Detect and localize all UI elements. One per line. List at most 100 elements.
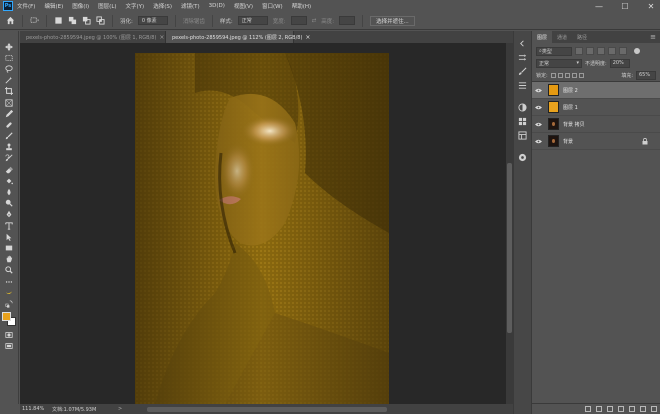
new-selection-icon[interactable]	[54, 16, 63, 25]
hand-tool-icon[interactable]	[3, 254, 15, 265]
pen-tool-icon[interactable]	[3, 209, 15, 220]
tab-paths[interactable]: 路径	[572, 31, 592, 43]
layer-name[interactable]: 图层 1	[563, 104, 578, 111]
filter-pixel-icon[interactable]	[575, 47, 583, 55]
link-layers-icon[interactable]	[585, 406, 591, 412]
menu-edit[interactable]: 编辑(E)	[44, 2, 63, 10]
layer-filter-select[interactable]: ⌕ 类型	[536, 46, 572, 56]
menu-image[interactable]: 图像(I)	[72, 2, 89, 10]
layer-row[interactable]: 背景 拷贝	[532, 116, 660, 133]
close-tab-icon[interactable]: ×	[159, 34, 164, 41]
lock-transparency-icon[interactable]	[550, 72, 556, 78]
visibility-eye-icon[interactable]	[532, 105, 544, 110]
visibility-eye-icon[interactable]	[532, 122, 544, 127]
menu-type[interactable]: 文字(Y)	[126, 2, 145, 10]
menu-select[interactable]: 选择(S)	[153, 2, 172, 10]
marquee-preset-icon[interactable]	[30, 16, 39, 25]
visibility-eye-icon[interactable]	[532, 88, 544, 93]
menu-help[interactable]: 帮助(H)	[292, 2, 311, 10]
filter-shape-icon[interactable]	[608, 47, 616, 55]
swatches-panel-icon[interactable]	[517, 115, 529, 127]
panel-menu-icon[interactable]: ≡	[650, 33, 656, 41]
document-canvas[interactable]	[135, 53, 389, 404]
close-tab-icon[interactable]: ×	[305, 34, 310, 41]
fill-input[interactable]: 65%	[636, 70, 656, 80]
scrollbar-thumb[interactable]	[147, 407, 387, 412]
tab-document-1[interactable]: pexels-photo-2859594.jpeg @ 100% (图层 1, …	[20, 31, 166, 43]
close-button[interactable]: ✕	[644, 2, 658, 11]
style-select[interactable]: 正常	[237, 16, 268, 25]
layer-name[interactable]: 背景	[563, 138, 573, 145]
scrollbar-thumb[interactable]	[507, 163, 512, 333]
screen-mode-icon[interactable]	[3, 341, 15, 352]
color-panel-icon[interactable]	[517, 101, 529, 113]
status-menu-arrow[interactable]: >	[118, 406, 126, 412]
history-panel-icon[interactable]	[517, 51, 529, 63]
select-and-mask-button[interactable]: 选择并遮住...	[370, 15, 415, 26]
visibility-eye-icon[interactable]	[532, 139, 544, 144]
eyedropper-tool-icon[interactable]	[3, 108, 15, 119]
minimize-button[interactable]: —	[592, 2, 606, 11]
adjustment-layer-icon[interactable]	[618, 406, 624, 412]
adjustments-panel-icon[interactable]	[517, 151, 529, 163]
blend-mode-select[interactable]: 正常 ▾	[536, 58, 582, 68]
height-input[interactable]	[339, 16, 356, 25]
dodge-tool-icon[interactable]	[3, 198, 15, 209]
width-input[interactable]	[290, 16, 307, 25]
new-layer-icon[interactable]	[640, 406, 646, 412]
edit-toolbar-icon[interactable]	[3, 276, 15, 287]
zoom-tool-icon[interactable]	[3, 265, 15, 276]
lock-position-icon[interactable]	[564, 72, 570, 78]
home-icon[interactable]	[6, 16, 15, 25]
add-mask-icon[interactable]	[607, 406, 613, 412]
eraser-tool-icon[interactable]	[3, 164, 15, 175]
actions-panel-icon[interactable]	[517, 79, 529, 91]
menu-view[interactable]: 视图(V)	[234, 2, 253, 10]
menu-3d[interactable]: 3D(D)	[209, 3, 225, 9]
vertical-scrollbar[interactable]	[506, 43, 513, 404]
menu-filter[interactable]: 滤镜(T)	[181, 2, 200, 10]
layer-style-icon[interactable]	[596, 406, 602, 412]
filter-toggle-icon[interactable]	[634, 48, 640, 54]
new-group-icon[interactable]	[629, 406, 635, 412]
add-selection-icon[interactable]	[68, 16, 77, 25]
filter-smart-object-icon[interactable]	[619, 47, 627, 55]
filter-type-icon[interactable]	[597, 47, 605, 55]
layer-row[interactable]: 背景	[532, 133, 660, 150]
feather-input[interactable]: 0 像素	[137, 16, 168, 25]
filter-adjustment-icon[interactable]	[586, 47, 594, 55]
delete-layer-icon[interactable]	[651, 406, 657, 412]
lock-all-icon[interactable]	[578, 72, 584, 78]
horizontal-scrollbar[interactable]	[135, 404, 395, 414]
antialias-checkbox[interactable]: 消除锯齿	[183, 17, 205, 25]
healing-brush-tool-icon[interactable]	[3, 119, 15, 130]
quick-mask-icon[interactable]	[3, 330, 15, 341]
intersect-selection-icon[interactable]	[96, 16, 105, 25]
collapse-panels-icon[interactable]	[517, 37, 529, 49]
path-selection-tool-icon[interactable]	[3, 231, 15, 242]
menu-file[interactable]: 文件(F)	[17, 2, 35, 10]
tab-channels[interactable]: 通道	[552, 31, 572, 43]
history-brush-tool-icon[interactable]	[3, 153, 15, 164]
paint-bucket-tool-icon[interactable]	[3, 175, 15, 186]
magic-wand-tool-icon[interactable]	[3, 75, 15, 86]
subtract-selection-icon[interactable]	[82, 16, 91, 25]
lock-pixels-icon[interactable]	[557, 72, 563, 78]
zoom-level[interactable]: 111.84%	[22, 406, 52, 412]
blur-tool-icon[interactable]	[3, 186, 15, 197]
layer-name[interactable]: 背景 拷贝	[563, 121, 585, 128]
swap-icon[interactable]: ⇄	[312, 18, 317, 24]
clone-stamp-tool-icon[interactable]	[3, 142, 15, 153]
menu-window[interactable]: 窗口(W)	[262, 2, 283, 10]
swap-colors-icon[interactable]	[3, 298, 15, 309]
menu-layer[interactable]: 图层(L)	[98, 2, 116, 10]
type-tool-icon[interactable]	[3, 220, 15, 231]
tab-document-2[interactable]: pexels-photo-2859594.jpeg @ 112% (图层 2, …	[166, 31, 310, 43]
crop-tool-icon[interactable]	[3, 86, 15, 97]
canvas-workspace[interactable]	[20, 43, 506, 404]
tab-layers[interactable]: 图层	[532, 31, 553, 43]
layer-name[interactable]: 图层 2	[563, 87, 578, 94]
maximize-button[interactable]: ☐	[618, 2, 632, 11]
libraries-panel-icon[interactable]	[517, 129, 529, 141]
brush-settings-icon[interactable]	[517, 65, 529, 77]
